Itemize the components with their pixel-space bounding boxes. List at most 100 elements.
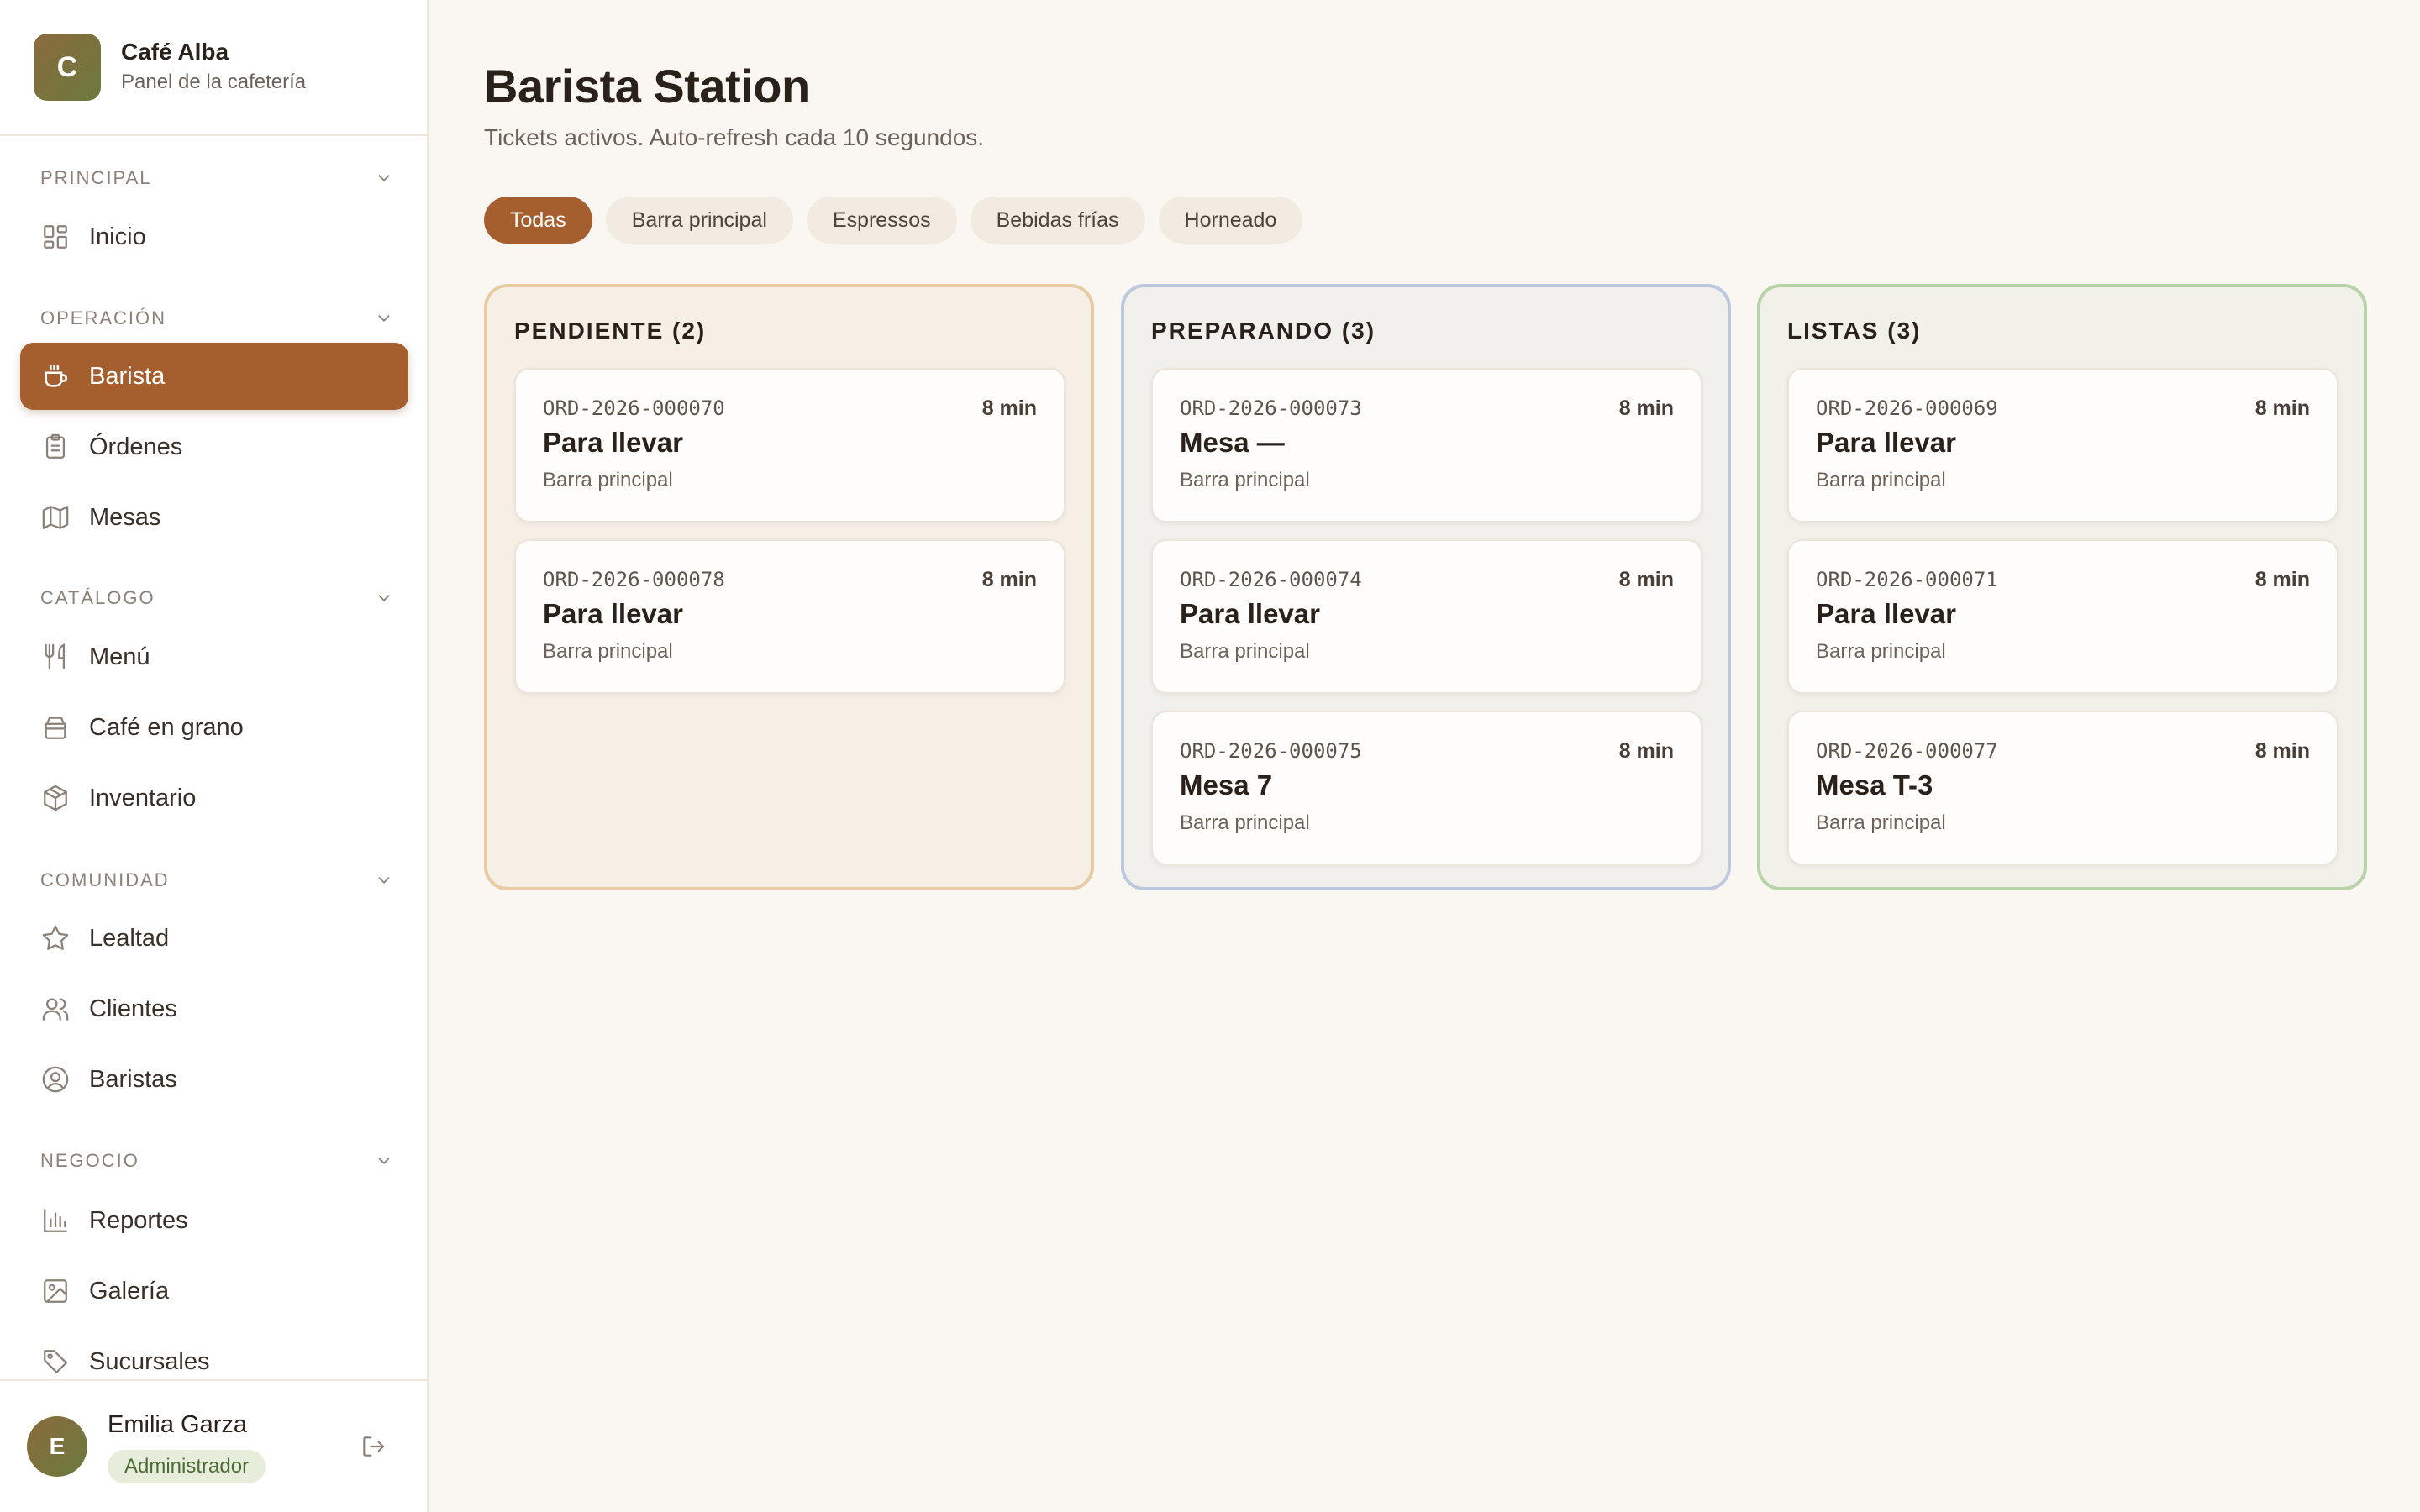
coffee-cup-icon: [39, 360, 72, 393]
sidebar-item-label: Órdenes: [89, 433, 183, 460]
order-station: Barra principal: [1180, 469, 1310, 491]
order-station: Barra principal: [1816, 469, 1946, 491]
order-station: Barra principal: [1180, 811, 1310, 834]
sidebar-item-reportes[interactable]: Reportes: [20, 1187, 408, 1254]
brand-name: Café Alba: [121, 39, 229, 65]
section-negocio[interactable]: NEGOCIO: [40, 1144, 393, 1178]
order-station: Barra principal: [1816, 640, 1946, 663]
sidebar-item-inicio[interactable]: Inicio: [20, 203, 408, 270]
elapsed-time: 8 min: [981, 568, 1037, 591]
page-subtitle: Tickets activos. Auto-refresh cada 10 se…: [484, 124, 985, 150]
users-icon: [39, 992, 72, 1026]
main-content: Barista Station Tickets activos. Auto-re…: [429, 0, 2420, 1512]
order-id: ORD-2026-000074: [1180, 568, 1362, 591]
section-title: NEGOCIO: [40, 1150, 139, 1171]
page-title: Barista Station: [484, 60, 810, 113]
sidebar-item-lealtad[interactable]: Lealtad: [20, 905, 408, 972]
sidebar-nav: PRINCIPAL Inicio OPERACIÓN Barista Órden…: [0, 136, 427, 1379]
order-destination: Mesa —: [1180, 427, 1285, 458]
ticket-card[interactable]: ORD-2026-000074 8 min Para llevar Barra …: [1151, 539, 1702, 694]
ticket-card[interactable]: ORD-2026-000071 8 min Para llevar Barra …: [1787, 539, 2338, 694]
order-destination: Mesa 7: [1180, 769, 1273, 801]
ticket-card[interactable]: ORD-2026-000073 8 min Mesa — Barra princ…: [1151, 368, 1702, 522]
order-destination: Para llevar: [543, 598, 683, 629]
elapsed-time: 8 min: [981, 396, 1037, 420]
logout-icon: [360, 1433, 387, 1464]
chevron-down-icon: [375, 169, 393, 187]
bag-icon: [39, 711, 72, 744]
sidebar-item-inventario[interactable]: Inventario: [20, 764, 408, 832]
sidebar-item-galeria[interactable]: Galería: [20, 1257, 408, 1325]
order-destination: Mesa T-3: [1816, 769, 1933, 801]
filter-chip-espressos[interactable]: Espressos: [806, 197, 957, 244]
user-panel: E Emilia Garza Administrador: [0, 1379, 427, 1512]
ticket-card[interactable]: ORD-2026-000070 8 min Para llevar Barra …: [514, 368, 1065, 522]
column-title: PREPARANDO (3): [1151, 318, 1376, 344]
package-icon: [39, 781, 72, 815]
column-listas: LISTAS (3) ORD-2026-000069 8 min Para ll…: [1757, 284, 2367, 890]
ticket-card[interactable]: ORD-2026-000077 8 min Mesa T-3 Barra pri…: [1787, 711, 2338, 865]
section-principal[interactable]: PRINCIPAL: [40, 161, 393, 195]
bar-chart-icon: [39, 1204, 72, 1237]
star-icon: [39, 921, 72, 955]
filter-chip-barra-principal[interactable]: Barra principal: [605, 197, 793, 244]
order-id: ORD-2026-000077: [1816, 739, 1998, 763]
sidebar-item-label: Barista: [89, 362, 166, 390]
sidebar-item-barista[interactable]: Barista: [20, 343, 408, 410]
filter-chip-todas[interactable]: Todas: [484, 197, 592, 244]
logout-button[interactable]: [356, 1431, 390, 1465]
ticket-card[interactable]: ORD-2026-000075 8 min Mesa 7 Barra princ…: [1151, 711, 1702, 865]
user-name: Emilia Garza: [108, 1411, 247, 1438]
sidebar-item-label: Mesas: [89, 503, 161, 531]
clipboard-icon: [39, 430, 72, 464]
utensils-icon: [39, 640, 72, 674]
sidebar-item-clientes[interactable]: Clientes: [20, 975, 408, 1042]
order-id: ORD-2026-000075: [1180, 739, 1362, 763]
station-filter-tabs: Todas Barra principal Espressos Bebidas …: [484, 197, 1303, 244]
section-comunidad[interactable]: COMUNIDAD: [40, 864, 393, 897]
order-id: ORD-2026-000071: [1816, 568, 1998, 591]
section-operacion[interactable]: OPERACIÓN: [40, 302, 393, 335]
sidebar-item-baristas[interactable]: Baristas: [20, 1046, 408, 1113]
order-destination: Para llevar: [1180, 598, 1320, 629]
section-title: OPERACIÓN: [40, 307, 167, 328]
brand-header: C Café Alba Panel de la cafetería: [0, 0, 427, 136]
section-catalogo[interactable]: CATÁLOGO: [40, 581, 393, 615]
column-title: LISTAS (3): [1787, 318, 1922, 344]
elapsed-time: 8 min: [1618, 568, 1674, 591]
sidebar-item-label: Baristas: [89, 1065, 177, 1093]
sidebar: C Café Alba Panel de la cafetería PRINCI…: [0, 0, 429, 1512]
sidebar-item-sucursales[interactable]: Sucursales: [20, 1328, 408, 1379]
column-pendiente: PENDIENTE (2) ORD-2026-000070 8 min Para…: [484, 284, 1094, 890]
section-title: COMUNIDAD: [40, 869, 170, 890]
order-destination: Para llevar: [1816, 598, 1956, 629]
elapsed-time: 8 min: [2254, 396, 2310, 420]
order-id: ORD-2026-000073: [1180, 396, 1362, 420]
order-station: Barra principal: [1816, 811, 1946, 834]
sidebar-item-cafe-en-grano[interactable]: Café en grano: [20, 694, 408, 761]
sidebar-item-label: Sucursales: [89, 1347, 210, 1375]
brand-subtitle: Panel de la cafetería: [121, 71, 307, 93]
ticket-card[interactable]: ORD-2026-000069 8 min Para llevar Barra …: [1787, 368, 2338, 522]
order-station: Barra principal: [1180, 640, 1310, 663]
elapsed-time: 8 min: [1618, 739, 1674, 763]
sidebar-item-label: Clientes: [89, 995, 177, 1022]
order-id: ORD-2026-000070: [543, 396, 725, 420]
sidebar-item-ordenes[interactable]: Órdenes: [20, 413, 408, 480]
tag-icon: [39, 1345, 72, 1378]
order-station: Barra principal: [543, 640, 673, 663]
sidebar-item-label: Inicio: [89, 223, 146, 250]
filter-chip-horneado[interactable]: Horneado: [1158, 197, 1303, 244]
sidebar-item-menu[interactable]: Menú: [20, 623, 408, 690]
map-icon: [39, 501, 72, 534]
order-destination: Para llevar: [543, 427, 683, 458]
sidebar-item-label: Lealtad: [89, 924, 170, 952]
sidebar-item-label: Galería: [89, 1277, 170, 1305]
ticket-card[interactable]: ORD-2026-000078 8 min Para llevar Barra …: [514, 539, 1065, 694]
sidebar-item-label: Café en grano: [89, 713, 244, 741]
elapsed-time: 8 min: [1618, 396, 1674, 420]
sidebar-item-mesas[interactable]: Mesas: [20, 484, 408, 551]
chevron-down-icon: [375, 871, 393, 890]
filter-chip-bebidas-frias[interactable]: Bebidas frías: [970, 197, 1145, 244]
image-icon: [39, 1274, 72, 1308]
